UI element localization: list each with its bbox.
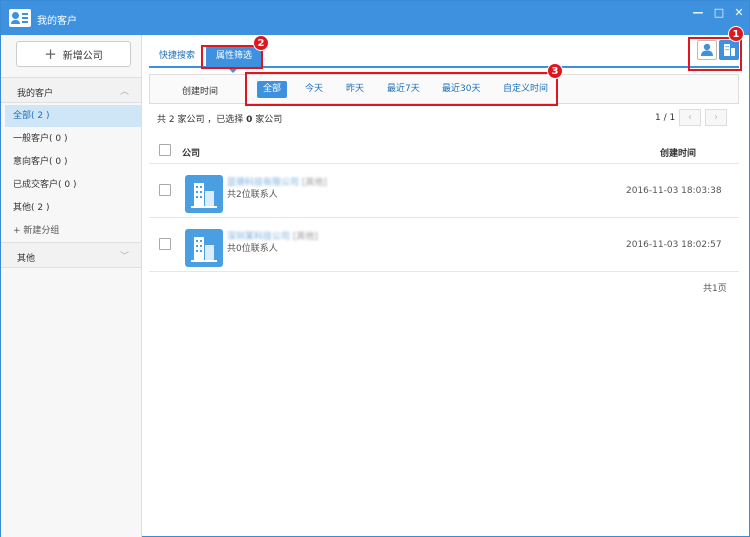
annotation-badge-3: 3 <box>547 63 563 79</box>
group-header-my-customers[interactable]: 我的客户 ︿ <box>1 77 141 103</box>
company-tag: [其他] <box>301 178 327 188</box>
annotation-box-1 <box>688 37 742 71</box>
created-time: 2016-11-03 18:03:38 <box>626 186 722 196</box>
column-header-created[interactable]: 创建时间 <box>660 146 696 159</box>
add-company-button[interactable]: + 新增公司 <box>16 41 131 67</box>
main-panel: 快捷搜索 属性筛选 创建时间 全部 今天 昨天 最近7天 最近30天 自定义时间… <box>142 35 749 537</box>
summary-suffix: 家公司 <box>252 115 283 125</box>
page-indicator: 1 / 1 <box>655 113 676 123</box>
total-pages: 共1页 <box>703 284 727 294</box>
summary-prefix: 共 2 家公司 ，已选择 <box>157 115 247 125</box>
add-company-label: 新增公司 <box>62 50 103 62</box>
maximize-button[interactable]: □ <box>712 6 726 19</box>
selection-summary: 共 2 家公司 ，已选择 0 家公司 <box>157 112 282 125</box>
created-time: 2016-11-03 18:02:57 <box>626 240 722 250</box>
sidebar-item-closed-deal[interactable]: 已成交客户( 0 ) <box>5 174 141 196</box>
row-divider <box>149 271 739 272</box>
annotation-badge-2: 2 <box>253 35 269 51</box>
plus-icon: + <box>44 44 57 63</box>
sidebar-item-all[interactable]: 全部( 2 ) <box>5 105 141 127</box>
chevron-up-icon: ︿ <box>119 87 129 97</box>
annotation-box-3 <box>245 72 558 106</box>
group-label: 其他 <box>17 254 36 264</box>
column-header-company: 公司 <box>182 149 201 159</box>
row-divider <box>149 217 739 218</box>
customer-window: 我的客户 — □ ✕ + 新增公司 我的客户 ︿ 全部( 2 ) 一般客户( 0… <box>0 0 750 537</box>
chevron-down-icon: ﹀ <box>119 252 129 262</box>
sidebar-item-intended[interactable]: 意向客户( 0 ) <box>5 151 141 173</box>
header-divider <box>149 163 739 164</box>
sidebar: + 新增公司 我的客户 ︿ 全部( 2 ) 一般客户( 0 ) 意向客户( 0 … <box>1 35 142 537</box>
row-checkbox[interactable] <box>159 184 171 196</box>
title-bar: 我的客户 — □ ✕ <box>1 1 749 35</box>
company-logo-icon[interactable] <box>185 229 223 267</box>
sidebar-item-general[interactable]: 一般客户( 0 ) <box>5 128 141 150</box>
annotation-badge-1: 1 <box>728 26 744 42</box>
window-title: 我的客户 <box>37 16 77 27</box>
contact-card-icon <box>9 9 31 27</box>
next-page-button[interactable]: › <box>705 109 727 126</box>
group-header-other[interactable]: 其他 ﹀ <box>1 242 141 268</box>
close-button[interactable]: ✕ <box>732 6 746 19</box>
tab-quick-search[interactable]: 快捷搜索 <box>149 46 205 66</box>
select-all-checkbox[interactable] <box>159 144 171 156</box>
sidebar-item-other[interactable]: 其他( 2 ) <box>5 197 141 219</box>
new-group-link[interactable]: + 新建分组 <box>13 223 59 236</box>
prev-page-button[interactable]: ‹ <box>679 109 701 126</box>
contact-count: 共0位联系人 <box>227 244 278 254</box>
contact-count: 共2位联系人 <box>227 190 278 200</box>
minimize-button[interactable]: — <box>691 6 705 19</box>
filter-label: 创建时间 <box>182 87 219 97</box>
group-label: 我的客户 <box>17 89 54 99</box>
row-checkbox[interactable] <box>159 238 171 250</box>
annotation-box-2 <box>201 45 263 69</box>
company-tag: [其他] <box>292 232 318 242</box>
company-logo-icon[interactable] <box>185 175 223 213</box>
